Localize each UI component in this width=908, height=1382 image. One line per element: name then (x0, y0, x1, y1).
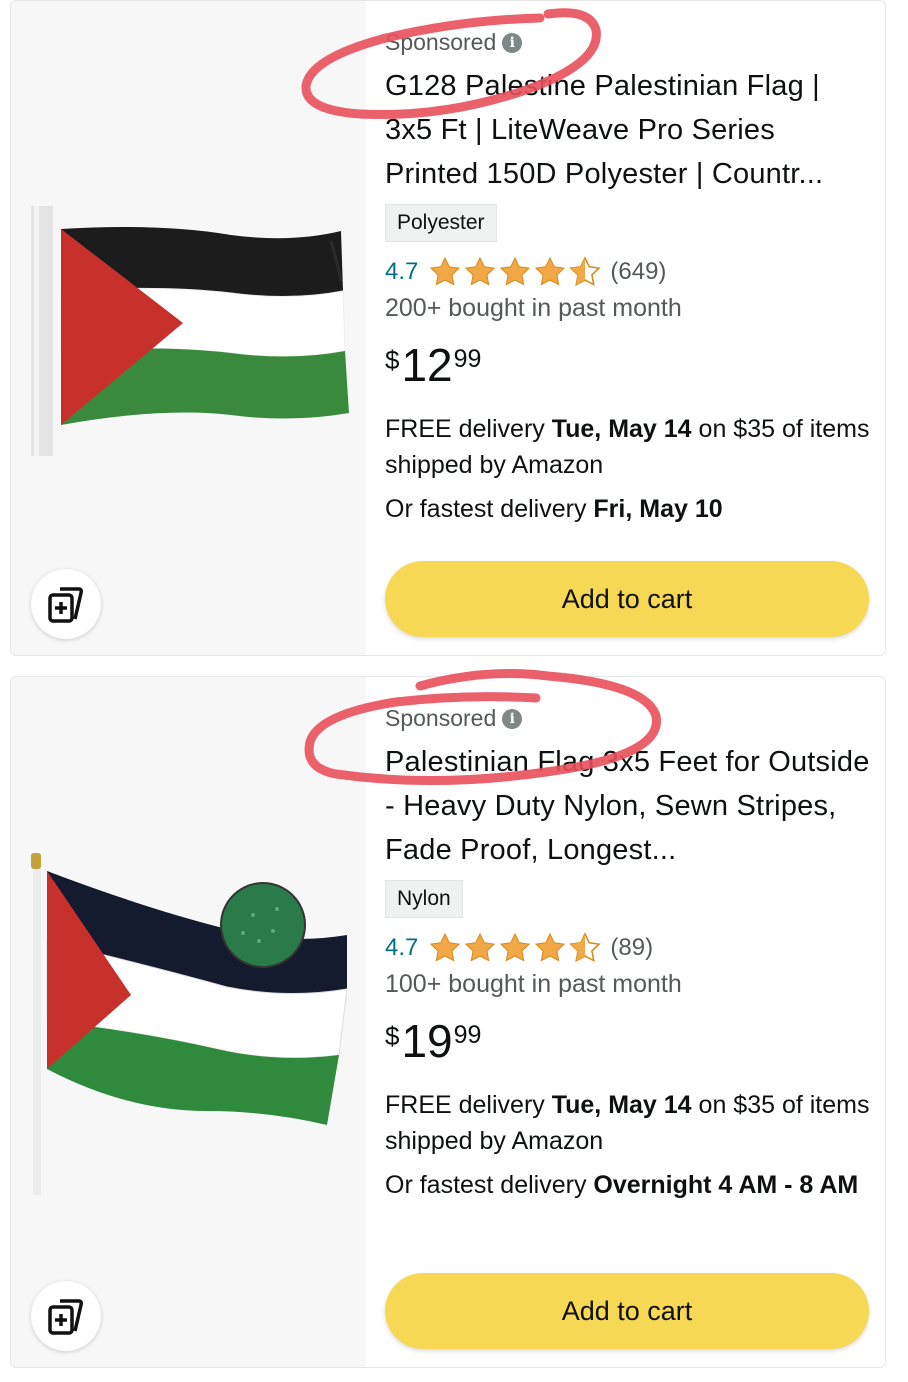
sponsored-label[interactable]: Sponsored i (385, 29, 873, 56)
fastest-date: Overnight 4 AM - 8 AM (593, 1171, 859, 1199)
product-title[interactable]: Palestinian Flag 3x5 Feet for Outside - … (385, 740, 873, 872)
fastest-prefix: Or fastest delivery (385, 1171, 594, 1199)
star-half-icon (569, 932, 602, 962)
palestine-flag-image (31, 206, 349, 456)
product-image[interactable] (11, 677, 366, 1367)
star-full-icon (430, 256, 461, 286)
info-icon[interactable]: i (502, 32, 523, 53)
material-badge: Nylon (385, 880, 463, 918)
star-full-icon (430, 932, 461, 962)
rating-row[interactable]: 4.7 (89) (385, 928, 873, 968)
product-card[interactable]: Sponsored i G128 Palestine Palestinian F… (10, 0, 886, 656)
fastest-prefix: Or fastest delivery (385, 495, 594, 523)
delivery-prefix: FREE delivery (385, 415, 552, 443)
sponsored-label[interactable]: Sponsored i (385, 705, 873, 732)
star-full-icon (500, 932, 531, 962)
product-info: Sponsored i G128 Palestine Palestinian F… (385, 29, 873, 527)
sponsored-text: Sponsored (385, 29, 497, 55)
palestine-flag-image (31, 853, 348, 1195)
star-half-icon (569, 256, 602, 286)
rating-count[interactable]: (89) (610, 934, 653, 962)
product-image[interactable] (11, 1, 366, 655)
delivery-info: FREE delivery Tue, May 14 on $35 of item… (385, 1087, 873, 1159)
add-to-cart-button[interactable]: Add to cart (385, 561, 869, 637)
delivery-info: FREE delivery Tue, May 14 on $35 of item… (385, 411, 873, 483)
rating-count[interactable]: (649) (610, 258, 666, 286)
delivery-date: Tue, May 14 (551, 1091, 692, 1119)
product-card[interactable]: Sponsored i Palestinian Flag 3x5 Feet fo… (10, 676, 886, 1368)
compare-add-icon (48, 587, 83, 623)
star-full-icon (535, 256, 566, 286)
product-info: Sponsored i Palestinian Flag 3x5 Feet fo… (385, 705, 873, 1203)
price-whole: 19 (401, 1015, 453, 1067)
delivery-date: Tue, May 14 (551, 415, 692, 443)
star-rating[interactable] (428, 932, 602, 964)
price: $ 19 99 (385, 1017, 873, 1073)
material-badge: Polyester (385, 204, 497, 242)
delivery-prefix: FREE delivery (385, 1091, 552, 1119)
add-to-cart-button[interactable]: Add to cart (385, 1273, 869, 1349)
product-title[interactable]: G128 Palestine Palestinian Flag | 3x5 Ft… (385, 64, 873, 196)
price: $ 12 99 (385, 341, 873, 397)
info-icon[interactable]: i (502, 708, 523, 729)
rating-row[interactable]: 4.7 (649) (385, 252, 873, 292)
sponsored-text: Sponsored (385, 705, 497, 731)
star-full-icon (465, 256, 496, 286)
fastest-delivery: Or fastest delivery Overnight 4 AM - 8 A… (385, 1167, 873, 1203)
compare-button[interactable] (31, 569, 101, 639)
price-fraction: 99 (453, 1021, 482, 1049)
price-symbol: $ (385, 345, 400, 375)
rating-value: 4.7 (385, 934, 419, 961)
price-fraction: 99 (453, 345, 482, 373)
bought-count: 100+ bought in past month (385, 970, 682, 998)
star-full-icon (535, 932, 566, 962)
price-symbol: $ (385, 1021, 400, 1051)
star-full-icon (500, 256, 531, 286)
rating-value: 4.7 (385, 258, 419, 285)
fastest-delivery: Or fastest delivery Fri, May 10 (385, 491, 873, 527)
fastest-date: Fri, May 10 (593, 495, 723, 523)
compare-add-icon (48, 1299, 83, 1335)
star-full-icon (465, 932, 496, 962)
bought-count: 200+ bought in past month (385, 294, 682, 322)
star-rating[interactable] (428, 256, 602, 288)
compare-button[interactable] (31, 1281, 101, 1351)
price-whole: 12 (401, 339, 453, 391)
